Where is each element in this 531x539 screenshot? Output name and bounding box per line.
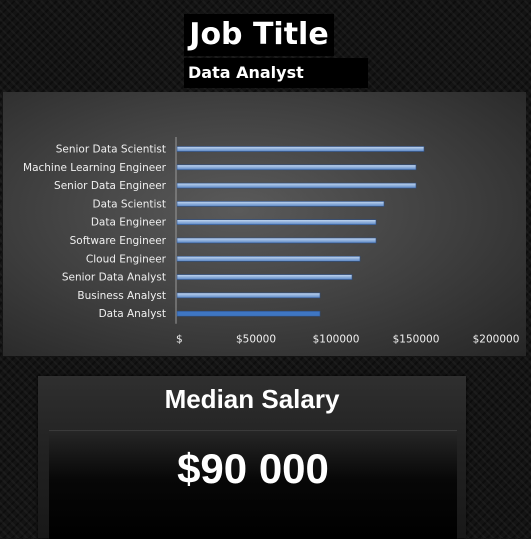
bar-software-engineer — [176, 237, 377, 244]
x-tick-label: $200000 — [473, 334, 520, 346]
category-label: Business Analyst — [77, 290, 166, 302]
x-tick-label: $100000 — [313, 334, 360, 346]
salary-bar-chart: Senior Data Scientist Machine Learning En… — [23, 137, 520, 346]
x-tick-label: $50000 — [236, 334, 276, 346]
median-salary-value: $90 000 — [177, 445, 329, 492]
bar-data-engineer — [176, 219, 377, 225]
category-label: Senior Data Scientist — [56, 144, 166, 156]
category-label: Senior Data Engineer — [54, 180, 167, 192]
bar-data-scientist — [176, 201, 385, 207]
salary-chart: Senior Data Scientist Machine Learning En… — [3, 92, 526, 356]
bar-data-analyst — [176, 310, 321, 317]
bar-senior-data-analyst — [176, 274, 353, 280]
category-label: Data Scientist — [93, 198, 167, 210]
category-label: Software Engineer — [70, 235, 167, 247]
bar-cloud-engineer — [176, 256, 361, 262]
bar-senior-data-engineer — [176, 182, 417, 189]
x-tick-label: $150000 — [393, 334, 440, 346]
bar-senior-data-scientist — [176, 146, 425, 152]
category-label: Cloud Engineer — [86, 253, 167, 265]
page-title: Job Title — [184, 14, 334, 56]
category-label: Data Analyst — [99, 308, 166, 320]
category-label: Machine Learning Engineer — [23, 162, 167, 174]
selected-job-title[interactable]: Data Analyst — [184, 58, 368, 88]
bar-business-analyst — [176, 292, 321, 299]
bar-machine-learning-engineer — [176, 164, 417, 171]
category-label: Data Engineer — [91, 217, 167, 229]
x-tick-label: $ — [176, 334, 183, 346]
median-salary-card: Median Salary $90 000 — [38, 376, 466, 539]
category-label: Senior Data Analyst — [62, 272, 166, 284]
median-salary-panel: $90 000 — [49, 430, 457, 539]
median-salary-label: Median Salary — [164, 384, 340, 414]
